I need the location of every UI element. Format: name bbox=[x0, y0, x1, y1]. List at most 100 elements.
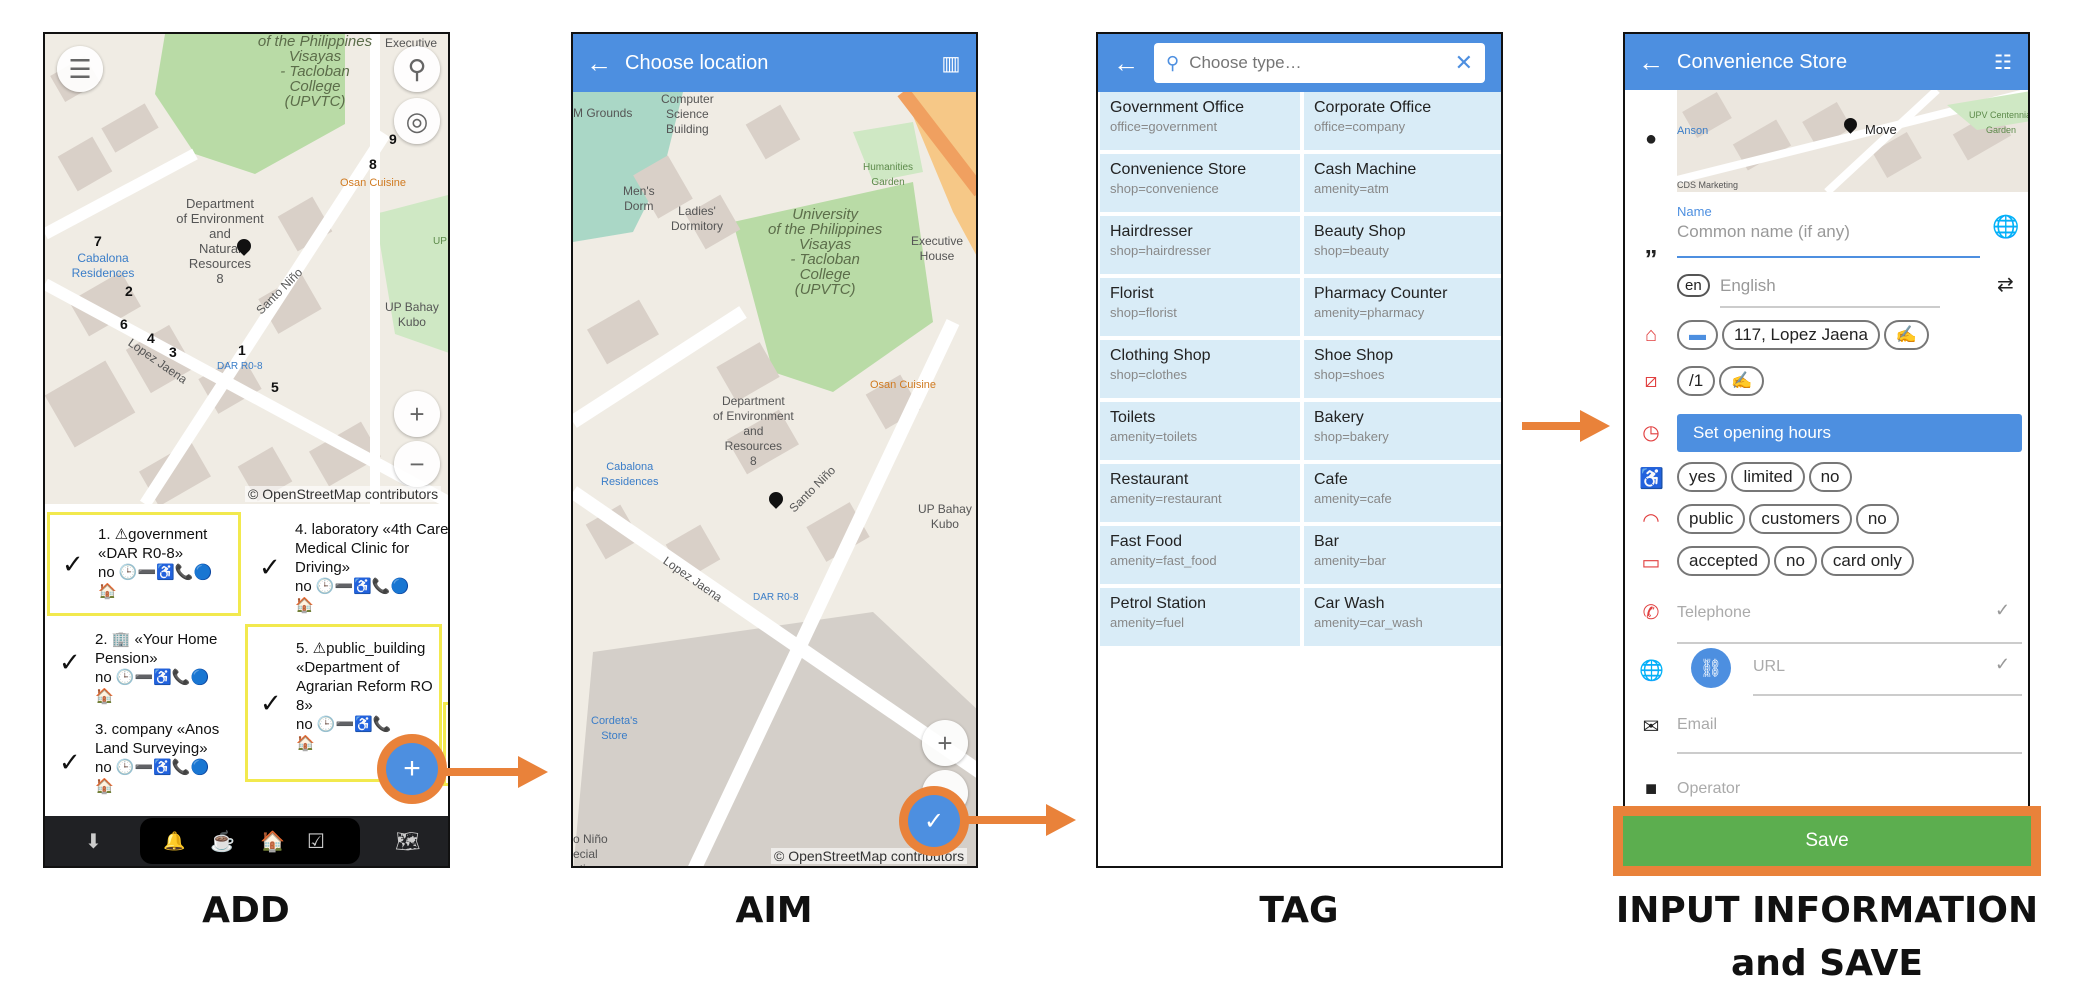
map-label-humanities: Humanities Garden bbox=[863, 162, 914, 188]
search-input[interactable] bbox=[1189, 53, 1455, 73]
operator-input[interactable]: Operator bbox=[1677, 780, 1740, 798]
map-icon[interactable]: 🗺 bbox=[395, 829, 420, 854]
download-icon[interactable]: ⬇ bbox=[85, 829, 102, 854]
url-input[interactable]: URL bbox=[1753, 658, 1785, 676]
zoom-in-button[interactable]: + bbox=[922, 720, 968, 766]
internet-no[interactable]: no bbox=[1855, 504, 1899, 534]
quest-item-4[interactable]: ✓ 4. laboratory «4th Care Medical Clinic… bbox=[247, 512, 449, 622]
mini-map[interactable]: Anson UPV Centennial Garden CDS Marketin… bbox=[1677, 90, 2028, 192]
type-option[interactable]: Car Wash amenity=car_wash bbox=[1304, 588, 1501, 646]
bell-icon[interactable]: 🔔 bbox=[163, 831, 185, 852]
filter-button[interactable]: ⚲ bbox=[394, 46, 440, 92]
pin-3[interactable]: 3 bbox=[169, 345, 177, 360]
save-button[interactable]: Save bbox=[1623, 816, 2031, 866]
pin-4[interactable]: 4 bbox=[147, 331, 155, 346]
gps-button[interactable]: ◎ bbox=[394, 98, 440, 144]
swap-icon[interactable]: ⇄ bbox=[1997, 272, 2014, 297]
map-label-cabalona: Cabalona Residences bbox=[71, 251, 135, 280]
map-view[interactable]: of the Philippines Visayas - Tacloban Co… bbox=[45, 34, 448, 504]
clear-icon[interactable]: ✕ bbox=[1455, 50, 1473, 76]
type-tag: office=company bbox=[1314, 119, 1406, 134]
opening-hours-button[interactable]: Set opening hours bbox=[1677, 414, 2022, 452]
type-option[interactable]: Clothing Shop shop=clothes bbox=[1100, 340, 1300, 398]
pin-1[interactable]: 1 bbox=[238, 343, 246, 358]
type-option[interactable]: Florist shop=florist bbox=[1100, 278, 1300, 336]
type-option[interactable]: Beauty Shop shop=beauty bbox=[1304, 216, 1501, 274]
type-name: Corporate Office bbox=[1314, 99, 1432, 116]
email-input[interactable]: Email bbox=[1677, 716, 1717, 734]
menu-button[interactable]: ☰ bbox=[57, 46, 103, 92]
edit-pill[interactable]: ✍ bbox=[1719, 366, 1765, 396]
telephone-input[interactable]: Telephone bbox=[1677, 604, 1751, 622]
list-icon[interactable]: ☷ bbox=[1978, 50, 2028, 75]
payment-no[interactable]: no bbox=[1774, 546, 1817, 576]
back-arrow-icon[interactable]: ← bbox=[1625, 47, 1677, 78]
type-option[interactable]: Bakery shop=bakery bbox=[1304, 402, 1501, 460]
type-option[interactable]: Cafe amenity=cafe bbox=[1304, 464, 1501, 522]
wheelchair-limited[interactable]: limited bbox=[1731, 462, 1805, 492]
zoom-out-button[interactable]: − bbox=[394, 441, 440, 487]
type-tag: amenity=restaurant bbox=[1110, 491, 1222, 506]
internet-public[interactable]: public bbox=[1677, 504, 1746, 534]
type-option[interactable]: Cash Machine amenity=atm bbox=[1304, 154, 1501, 212]
payment-card-only[interactable]: card only bbox=[1820, 546, 1914, 576]
quest-item-3[interactable]: ✓ 3. company «Anos Land Surveying» no 🕒➖… bbox=[47, 712, 241, 812]
pin-6[interactable]: 6 bbox=[120, 317, 128, 332]
address-pill[interactable]: 117, Lopez Jaena bbox=[1722, 320, 1880, 350]
type-option[interactable]: Fast Food amenity=fast_food bbox=[1100, 526, 1300, 584]
internet-customers[interactable]: customers bbox=[1749, 504, 1852, 534]
page-title: Convenience Store bbox=[1677, 50, 1848, 73]
edit-pill[interactable]: ✍ bbox=[1883, 320, 1930, 350]
type-option[interactable]: Hairdresser shop=hairdresser bbox=[1100, 216, 1300, 274]
type-option[interactable]: Toilets amenity=toilets bbox=[1100, 402, 1300, 460]
payment-accepted[interactable]: accepted bbox=[1677, 546, 1770, 576]
map-credit: © OpenStreetMap contributors bbox=[245, 486, 442, 502]
home-icon[interactable]: 🏠 bbox=[260, 829, 285, 854]
confirm-fab[interactable]: ✓ bbox=[899, 786, 969, 856]
pin-2[interactable]: 2 bbox=[125, 284, 133, 299]
pin-5[interactable]: 5 bbox=[271, 380, 279, 395]
quest-text: 4. laboratory «4th Care Medical Clinic f… bbox=[295, 521, 449, 576]
type-option[interactable]: Government Office office=government bbox=[1100, 92, 1300, 150]
type-option[interactable]: Restaurant amenity=restaurant bbox=[1100, 464, 1300, 522]
type-tag: amenity=atm bbox=[1314, 181, 1389, 196]
wheelchair-no[interactable]: no bbox=[1808, 462, 1852, 492]
screen-add: of the Philippines Visayas - Tacloban Co… bbox=[43, 32, 450, 868]
quest-item-2[interactable]: ✓ 2. 🏢 «Your Home Pension» no 🕒➖♿📞🔵 🏠 bbox=[47, 622, 241, 705]
search-field[interactable]: ⚲ ✕ bbox=[1154, 43, 1485, 83]
type-option[interactable]: Bar amenity=bar bbox=[1304, 526, 1501, 584]
type-option[interactable]: Petrol Station amenity=fuel bbox=[1100, 588, 1300, 646]
pin-9[interactable]: 9 bbox=[389, 132, 397, 147]
add-fab[interactable]: + bbox=[377, 734, 447, 804]
lang-code-pill[interactable]: en bbox=[1677, 274, 1710, 297]
map-style-icon[interactable]: ▥ bbox=[926, 51, 976, 76]
globe-icon[interactable]: 🌐 bbox=[1992, 214, 2019, 240]
quest-item-1[interactable]: ✓ 1. ⚠government «DAR R0-8» no 🕒➖♿📞🔵 🏠 bbox=[47, 512, 241, 616]
type-option[interactable]: Pharmacy Counter amenity=pharmacy bbox=[1304, 278, 1501, 336]
briefcase-icon: ■ bbox=[1644, 778, 1658, 800]
pin-8[interactable]: 8 bbox=[369, 157, 377, 172]
pin-7[interactable]: 7 bbox=[94, 234, 102, 249]
type-tag: shop=beauty bbox=[1314, 243, 1389, 258]
zoom-in-button[interactable]: + bbox=[394, 391, 440, 437]
back-arrow-icon[interactable]: ← bbox=[1098, 48, 1154, 79]
name-underline bbox=[1677, 256, 1980, 258]
checklist-icon[interactable]: ☑ bbox=[307, 829, 325, 854]
wheelchair-yes[interactable]: yes bbox=[1677, 462, 1728, 492]
lang-underline bbox=[1720, 306, 1940, 308]
type-option[interactable]: Shoe Shop shop=shoes bbox=[1304, 340, 1501, 398]
name-input[interactable]: Common name (if any) bbox=[1677, 222, 1850, 242]
cafe-icon[interactable]: ☕ bbox=[210, 829, 235, 854]
type-option[interactable]: Corporate Office office=company bbox=[1304, 92, 1501, 150]
back-arrow-icon[interactable]: ← bbox=[573, 48, 625, 79]
move-button[interactable]: Move bbox=[1865, 122, 1897, 137]
type-name: Cash Machine bbox=[1314, 161, 1417, 178]
housenumber-pill[interactable]: /1 bbox=[1677, 366, 1716, 396]
location-pin-icon: ● bbox=[1644, 128, 1658, 150]
link-icon[interactable]: ⛓ bbox=[1691, 648, 1731, 688]
flag-pill[interactable]: ▬ bbox=[1677, 320, 1718, 350]
map-view[interactable]: M Grounds Computer Science Building Men'… bbox=[573, 92, 976, 866]
quest-icons: no 🕒➖♿📞🔵 bbox=[98, 564, 213, 581]
type-option[interactable]: Convenience Store shop=convenience bbox=[1100, 154, 1300, 212]
map-label-centennial: UPV Centennial Garden bbox=[1969, 110, 2028, 135]
